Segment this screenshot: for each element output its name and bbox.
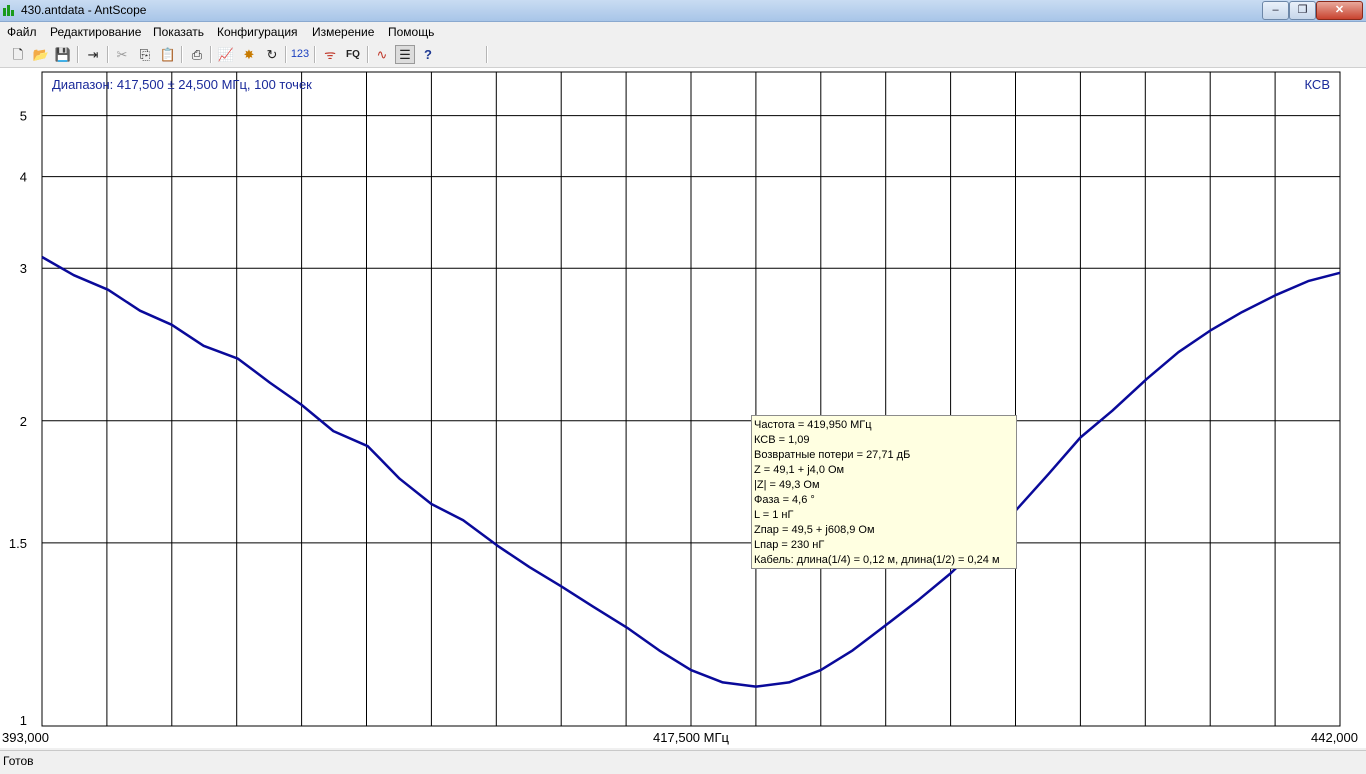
tooltip-cable-length: Кабель: длина(1/4) = 0,12 м, длина(1/2) … bbox=[754, 554, 1000, 566]
measurement-tooltip: Частота = 419,950 МГц КСВ = 1,09 Возврат… bbox=[751, 415, 1017, 569]
y-axis-label: КСВ bbox=[1305, 77, 1331, 92]
menu-view[interactable]: Показать bbox=[153, 25, 204, 39]
y-tick-label: 1 bbox=[20, 713, 27, 728]
tooltip-impedance: Z = 49,1 + j4,0 Ом bbox=[754, 464, 845, 476]
x-tick-label-max: 442,000 bbox=[1311, 730, 1358, 745]
menu-measurement[interactable]: Измерение bbox=[312, 25, 374, 39]
app-icon bbox=[3, 5, 14, 16]
toolbar-separator bbox=[210, 46, 212, 63]
numeric-icon[interactable]: 123 bbox=[290, 45, 310, 64]
tooltip-impedance-magnitude: |Z| = 49,3 Ом bbox=[754, 479, 820, 491]
y-tick-labels: 1 1.5 2 3 4 5 bbox=[9, 109, 27, 728]
export-icon[interactable]: ⇥ bbox=[83, 45, 103, 64]
star-icon[interactable]: ✸ bbox=[239, 45, 259, 64]
antenna-icon[interactable]: ᯤ bbox=[320, 45, 340, 64]
status-text: Готов bbox=[3, 754, 34, 768]
status-bar: Готов bbox=[0, 750, 1366, 774]
toolbar-separator bbox=[314, 46, 316, 63]
tooltip-frequency: Частота = 419,950 МГц bbox=[754, 419, 872, 431]
menu-bar: Файл Редактирование Показать Конфигураци… bbox=[0, 22, 1366, 41]
title-bar: 430.antdata - AntScope – ❐ ✕ bbox=[0, 0, 1366, 22]
open-folder-icon[interactable]: 📂 bbox=[31, 45, 51, 64]
chart-icon[interactable]: 📈 bbox=[216, 45, 236, 64]
save-icon[interactable]: 💾 bbox=[53, 45, 73, 64]
minimize-button[interactable]: – bbox=[1262, 1, 1289, 20]
refresh-icon[interactable]: ↻ bbox=[262, 45, 282, 64]
menu-configuration[interactable]: Конфигурация bbox=[217, 25, 298, 39]
chart-title: Диапазон: 417,500 ± 24,500 МГц, 100 точе… bbox=[52, 77, 312, 92]
swr-chart[interactable]: 1 1.5 2 3 4 5 Диапазон: 417,500 ± 24,500 МГц,… bbox=[0, 68, 1366, 748]
toolbar: 🗋 📂 💾 ⇥ ✂ ⎘ 📋 ⎙ 📈 ✸ ↻ 123 ᯤ FQ ∿ ☰ ? bbox=[0, 42, 1366, 68]
y-tick-label: 5 bbox=[20, 109, 27, 124]
x-axis-label: 417,500 МГц bbox=[653, 730, 729, 745]
close-button[interactable]: ✕ bbox=[1316, 1, 1363, 20]
help-icon[interactable]: ? bbox=[418, 45, 438, 64]
cut-icon[interactable]: ✂ bbox=[112, 45, 132, 64]
tooltip-parallel-inductance: Lпар = 230 нГ bbox=[754, 539, 825, 551]
copy-icon[interactable]: ⎘ bbox=[135, 45, 155, 64]
toolbar-separator bbox=[181, 46, 183, 63]
toolbar-separator bbox=[77, 46, 79, 63]
paste-icon[interactable]: 📋 bbox=[158, 45, 178, 64]
menu-help[interactable]: Помощь bbox=[388, 25, 434, 39]
menu-edit[interactable]: Редактирование bbox=[50, 25, 141, 39]
print-icon[interactable]: ⎙ bbox=[187, 45, 207, 64]
y-tick-label: 4 bbox=[20, 170, 27, 185]
y-tick-label: 1.5 bbox=[9, 536, 27, 551]
toolbar-separator bbox=[107, 46, 109, 63]
tooltip-parallel-impedance: Zпар = 49,5 + j608,9 Ом bbox=[754, 524, 875, 536]
tooltip-return-loss: Возвратные потери = 27,71 дБ bbox=[754, 449, 911, 461]
x-tick-label-min: 393,000 bbox=[2, 730, 49, 745]
toolbar-separator bbox=[285, 46, 287, 63]
list-icon[interactable]: ☰ bbox=[395, 45, 415, 64]
y-tick-label: 3 bbox=[20, 261, 27, 276]
maximize-button[interactable]: ❐ bbox=[1289, 1, 1316, 20]
tooltip-inductance: L = 1 нГ bbox=[754, 509, 794, 521]
menu-file[interactable]: Файл bbox=[7, 25, 37, 39]
toolbar-separator bbox=[367, 46, 369, 63]
fq-icon[interactable]: FQ bbox=[343, 45, 363, 64]
tooltip-phase: Фаза = 4,6 ° bbox=[754, 494, 815, 506]
toolbar-separator bbox=[486, 46, 488, 63]
chart-area[interactable]: 1 1.5 2 3 4 5 Диапазон: 417,500 ± 24,500 МГц,… bbox=[0, 68, 1366, 748]
y-tick-label: 2 bbox=[20, 414, 27, 429]
tooltip-swr: КСВ = 1,09 bbox=[754, 434, 810, 446]
new-file-icon[interactable]: 🗋 bbox=[8, 45, 28, 64]
curve-icon[interactable]: ∿ bbox=[372, 45, 392, 64]
window-title: 430.antdata - AntScope bbox=[21, 3, 147, 17]
